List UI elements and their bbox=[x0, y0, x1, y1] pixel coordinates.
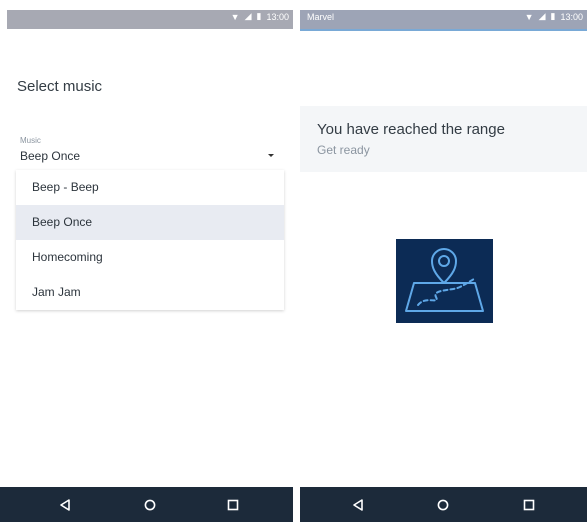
status-icons: ▼ ◢ ▮ 13:00 bbox=[231, 11, 289, 22]
app-name: Marvel bbox=[307, 12, 335, 22]
recents-icon bbox=[227, 499, 239, 510]
music-options-menu: Beep - Beep Beep Once Homecoming Jam Jam bbox=[16, 170, 284, 310]
page-title: Select music bbox=[17, 78, 103, 95]
signal-icon: ◢ bbox=[538, 11, 546, 21]
back-icon bbox=[353, 498, 363, 511]
option-beep-beep[interactable]: Beep - Beep bbox=[16, 170, 284, 205]
home-icon bbox=[437, 499, 449, 510]
dropdown-caret-icon[interactable] bbox=[268, 154, 274, 157]
recents-icon bbox=[523, 499, 535, 510]
status-time: 13:00 bbox=[560, 11, 583, 22]
music-field-label: Music bbox=[20, 136, 41, 145]
back-icon bbox=[60, 498, 70, 511]
option-jam-jam[interactable]: Jam Jam bbox=[16, 275, 284, 310]
range-subtitle: Get ready bbox=[317, 143, 370, 157]
status-icons: ▼ ◢ ▮ 13:00 bbox=[525, 11, 583, 22]
wifi-icon: ▼ bbox=[524, 11, 534, 22]
range-headline: You have reached the range bbox=[317, 121, 505, 138]
option-beep-once[interactable]: Beep Once bbox=[16, 205, 284, 240]
navigation-bar bbox=[0, 487, 293, 522]
range-reached-screen: Marvel ▼ ◢ ▮ 13:00 You have reached the … bbox=[300, 0, 587, 522]
select-music-screen: ▼ ◢ ▮ 13:00 Select music Music Beep Once… bbox=[0, 0, 293, 522]
back-button[interactable] bbox=[45, 487, 85, 522]
screen-divider bbox=[293, 0, 300, 522]
range-message-card: You have reached the range Get ready bbox=[300, 106, 587, 172]
back-button[interactable] bbox=[338, 487, 378, 522]
option-homecoming[interactable]: Homecoming bbox=[16, 240, 284, 275]
home-button[interactable] bbox=[130, 487, 170, 522]
signal-icon: ◢ bbox=[244, 11, 252, 21]
home-icon bbox=[144, 499, 156, 510]
wifi-icon: ▼ bbox=[230, 11, 240, 22]
map-pin-route-icon bbox=[405, 248, 484, 312]
battery-icon: ▮ bbox=[550, 11, 556, 21]
home-button[interactable] bbox=[423, 487, 463, 522]
status-bar: ▼ ◢ ▮ 13:00 bbox=[0, 0, 293, 30]
status-time: 13:00 bbox=[266, 11, 289, 22]
recents-button[interactable] bbox=[509, 487, 549, 522]
music-field-value[interactable]: Beep Once bbox=[20, 149, 80, 163]
hero-image bbox=[396, 239, 493, 323]
navigation-bar bbox=[300, 487, 587, 522]
battery-icon: ▮ bbox=[256, 11, 262, 21]
status-bar: Marvel ▼ ◢ ▮ 13:00 bbox=[300, 0, 587, 31]
recents-button[interactable] bbox=[213, 487, 253, 522]
